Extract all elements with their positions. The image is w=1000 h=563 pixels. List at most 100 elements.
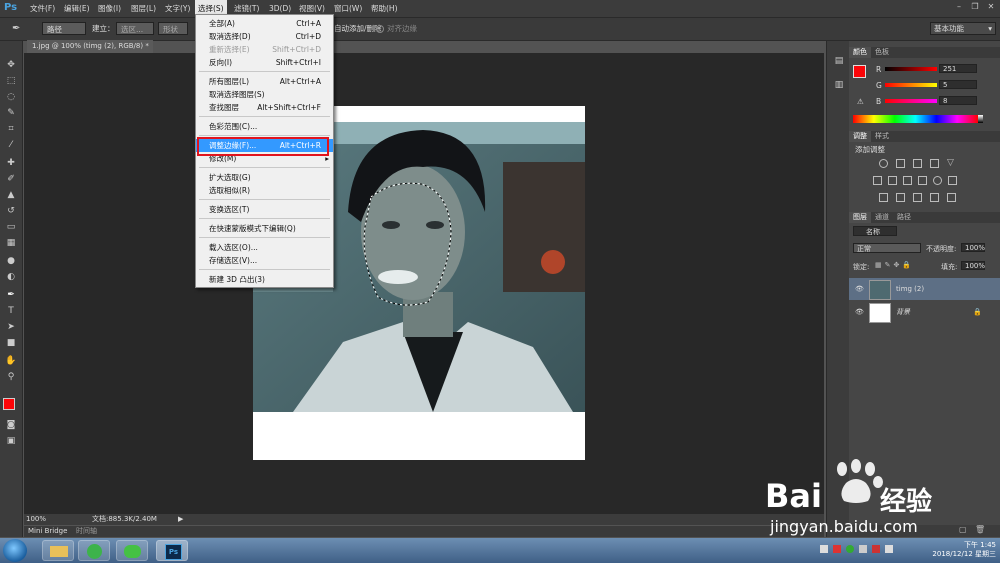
align-edges-checkbox[interactable]: 对齐边缘: [376, 22, 417, 35]
r-slider[interactable]: [885, 67, 937, 71]
menu-item-load-selection[interactable]: 载入选区(O)...: [196, 241, 333, 254]
r-value[interactable]: 251: [939, 64, 977, 73]
type-tool-icon[interactable]: T: [4, 305, 18, 317]
eyedropper-tool-icon[interactable]: ⁄: [4, 139, 18, 151]
foreground-color-swatch[interactable]: [3, 398, 15, 410]
tab-timeline[interactable]: 时间轴: [76, 526, 97, 537]
menu-item-transform-selection[interactable]: 变换选区(T): [196, 203, 333, 216]
eye-icon[interactable]: 👁: [855, 278, 864, 300]
menu-item-deselect-layers[interactable]: 取消选择图层(S): [196, 88, 333, 101]
history-brush-icon[interactable]: ↺: [4, 205, 18, 217]
threshold-icon[interactable]: [913, 193, 922, 202]
channel-mixer-icon[interactable]: [933, 176, 942, 185]
menu-item-similar[interactable]: 选取相似(R): [196, 184, 333, 197]
blur-tool-icon[interactable]: ●: [4, 255, 18, 267]
menu-item-find-layers[interactable]: 查找图层 Alt+Shift+Ctrl+F: [196, 101, 333, 114]
menu-item-save-selection[interactable]: 存储选区(V)...: [196, 254, 333, 267]
menu-item-quick-mask[interactable]: 在快速蒙版模式下编辑(Q): [196, 222, 333, 235]
browser-icon[interactable]: [78, 540, 110, 561]
tab-paths[interactable]: 路径: [893, 212, 915, 223]
menu-file[interactable]: 文件(F): [27, 0, 58, 17]
lasso-tool-icon[interactable]: ◌: [4, 91, 18, 103]
document-tab[interactable]: 1.jpg @ 100% (timg (2), RGB/8) *: [27, 40, 153, 53]
tray-keyboard-icon[interactable]: [859, 545, 867, 553]
g-value[interactable]: 5: [939, 80, 977, 89]
invert-icon[interactable]: [879, 193, 888, 202]
tab-layers[interactable]: 图层: [849, 212, 871, 223]
pen-tool-icon[interactable]: ✒: [12, 22, 20, 35]
menu-item-color-range[interactable]: 色彩范围(C)...: [196, 120, 333, 133]
vibrance-icon[interactable]: ▽: [947, 159, 956, 168]
tray-antivirus-icon[interactable]: [833, 545, 841, 553]
eraser-tool-icon[interactable]: ▭: [4, 221, 18, 233]
color-balance-icon[interactable]: [888, 176, 897, 185]
opacity-value[interactable]: 100%: [961, 243, 985, 252]
marquee-tool-icon[interactable]: ⬚: [4, 75, 18, 87]
menu-item-deselect[interactable]: 取消选择(D) Ctrl+D: [196, 30, 333, 43]
tray-app-icon[interactable]: [820, 545, 828, 553]
menu-item-inverse[interactable]: 反向(I) Shift+Ctrl+I: [196, 56, 333, 69]
move-tool-icon[interactable]: ✥: [4, 59, 18, 71]
menu-item-all[interactable]: 全部(A) Ctrl+A: [196, 17, 333, 30]
zoom-tool-icon[interactable]: ⚲: [4, 371, 18, 383]
close-icon[interactable]: ✕: [986, 2, 996, 12]
menu-edit[interactable]: 编辑(E): [61, 0, 93, 17]
levels-icon[interactable]: [896, 159, 905, 168]
gradient-tool-icon[interactable]: ▦: [4, 237, 18, 249]
path-select-tool-icon[interactable]: ➤: [4, 321, 18, 333]
brush-tool-icon[interactable]: ✐: [4, 173, 18, 185]
g-slider[interactable]: [885, 83, 937, 87]
explorer-icon[interactable]: [42, 540, 74, 561]
auto-add-delete-checkbox[interactable]: 自动添加/删除: [334, 22, 382, 35]
gradient-map-icon[interactable]: [947, 193, 956, 202]
layer-row-background[interactable]: 👁 背景 🔒: [849, 301, 1000, 323]
menu-window[interactable]: 窗口(W): [331, 0, 365, 17]
shape-tool-icon[interactable]: ■: [4, 337, 18, 349]
path-mode-select[interactable]: 路径: [42, 22, 86, 35]
triangle-right-icon[interactable]: ▶: [178, 514, 183, 525]
zoom-level[interactable]: 100%: [26, 514, 46, 525]
foreground-color-swatch[interactable]: [853, 65, 866, 78]
menu-layer[interactable]: 图层(L): [128, 0, 159, 17]
brightness-icon[interactable]: [879, 159, 888, 168]
shape-button[interactable]: 形状: [158, 22, 188, 35]
grayscale-ramp[interactable]: [978, 115, 983, 123]
minimize-icon[interactable]: –: [954, 2, 964, 12]
color-lookup-icon[interactable]: [948, 176, 957, 185]
layer-filter-select[interactable]: 名称: [853, 226, 897, 236]
b-slider[interactable]: [885, 99, 937, 103]
quick-select-tool-icon[interactable]: ✎: [4, 107, 18, 119]
properties-panel-icon[interactable]: ▥: [832, 79, 846, 91]
selection-button[interactable]: 选区...: [116, 22, 154, 35]
selective-color-icon[interactable]: [930, 193, 939, 202]
tab-color[interactable]: 颜色: [849, 47, 871, 58]
menu-help[interactable]: 帮助(H): [368, 0, 401, 17]
photoshop-taskbar-icon[interactable]: Ps: [156, 540, 188, 561]
tab-adjustments[interactable]: 调整: [849, 131, 871, 142]
tab-mini-bridge[interactable]: Mini Bridge: [28, 526, 67, 537]
pen-tool-icon[interactable]: ✒: [4, 289, 18, 301]
taskbar-clock[interactable]: 下午 1:45 2018/12/12 星期三: [916, 541, 996, 559]
wechat-icon[interactable]: [116, 540, 148, 561]
fill-value[interactable]: 100%: [961, 261, 985, 270]
tab-swatches[interactable]: 色板: [871, 47, 893, 58]
dodge-tool-icon[interactable]: ◐: [4, 271, 18, 283]
menu-type[interactable]: 文字(Y): [162, 0, 193, 17]
color-spectrum[interactable]: [853, 115, 978, 123]
layer-row-timg[interactable]: 👁 timg (2): [849, 278, 1000, 300]
tab-channels[interactable]: 通道: [871, 212, 893, 223]
lock-icons[interactable]: ▦✎✥🔒: [875, 261, 914, 269]
curves-icon[interactable]: [913, 159, 922, 168]
b-value[interactable]: 8: [939, 96, 977, 105]
hand-tool-icon[interactable]: ✋: [4, 355, 18, 367]
tray-update-icon[interactable]: [846, 545, 854, 553]
tab-styles[interactable]: 样式: [871, 131, 893, 142]
menu-item-all-layers[interactable]: 所有图层(L) Alt+Ctrl+A: [196, 75, 333, 88]
start-button[interactable]: [3, 539, 27, 562]
menu-item-reselect[interactable]: 重新选择(E) Shift+Ctrl+D: [196, 43, 333, 56]
healing-tool-icon[interactable]: ✚: [4, 157, 18, 169]
photo-filter-icon[interactable]: [918, 176, 927, 185]
history-panel-icon[interactable]: ▤: [832, 55, 846, 67]
black-white-icon[interactable]: [903, 176, 912, 185]
tray-network-icon[interactable]: [872, 545, 880, 553]
